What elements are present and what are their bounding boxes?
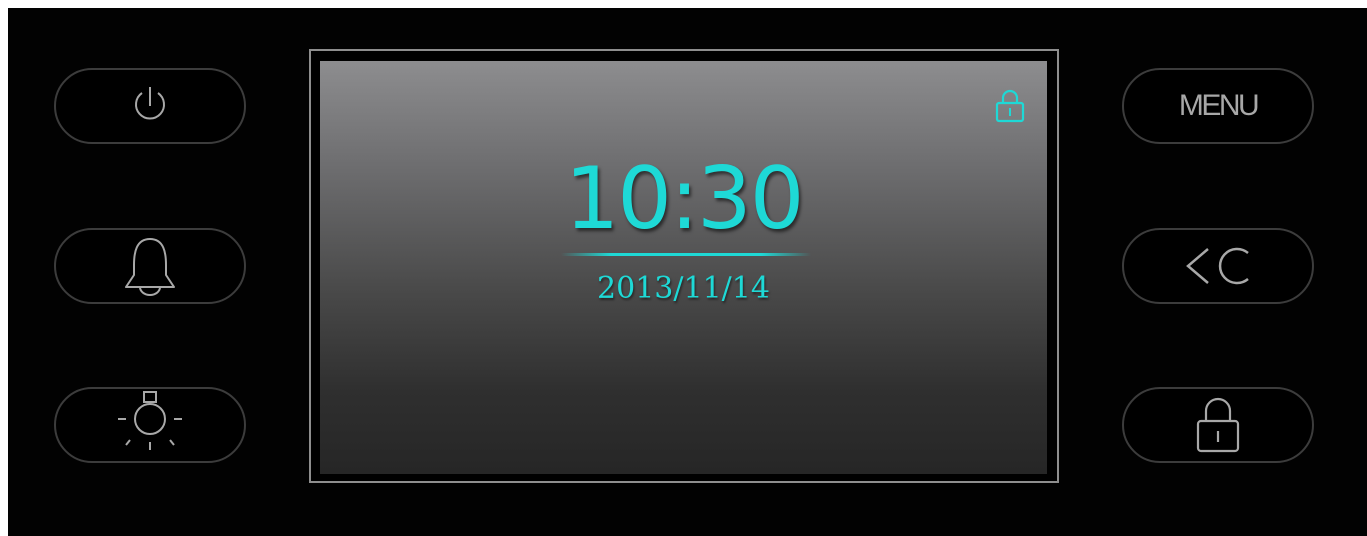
power-icon <box>135 87 165 120</box>
bell-icon <box>125 238 175 296</box>
clock-time: 10:30 <box>564 149 805 249</box>
time-underline <box>561 253 811 256</box>
alarm-button[interactable] <box>54 228 246 304</box>
light-bulb-icon <box>118 391 182 450</box>
menu-button[interactable]: MENU <box>1122 68 1314 144</box>
lock-icon <box>1196 397 1240 453</box>
back-button[interactable] <box>1122 228 1314 304</box>
display-screen: 10:30 2013/11/14 <box>320 61 1047 474</box>
lock-icon <box>995 89 1025 123</box>
power-button[interactable] <box>54 68 246 144</box>
lock-button[interactable] <box>1122 387 1314 463</box>
menu-label: MENU <box>1178 89 1260 122</box>
clock-date: 2013/11/14 <box>597 271 770 306</box>
light-button[interactable] <box>54 387 246 463</box>
back-arrow-icon <box>1186 247 1249 285</box>
